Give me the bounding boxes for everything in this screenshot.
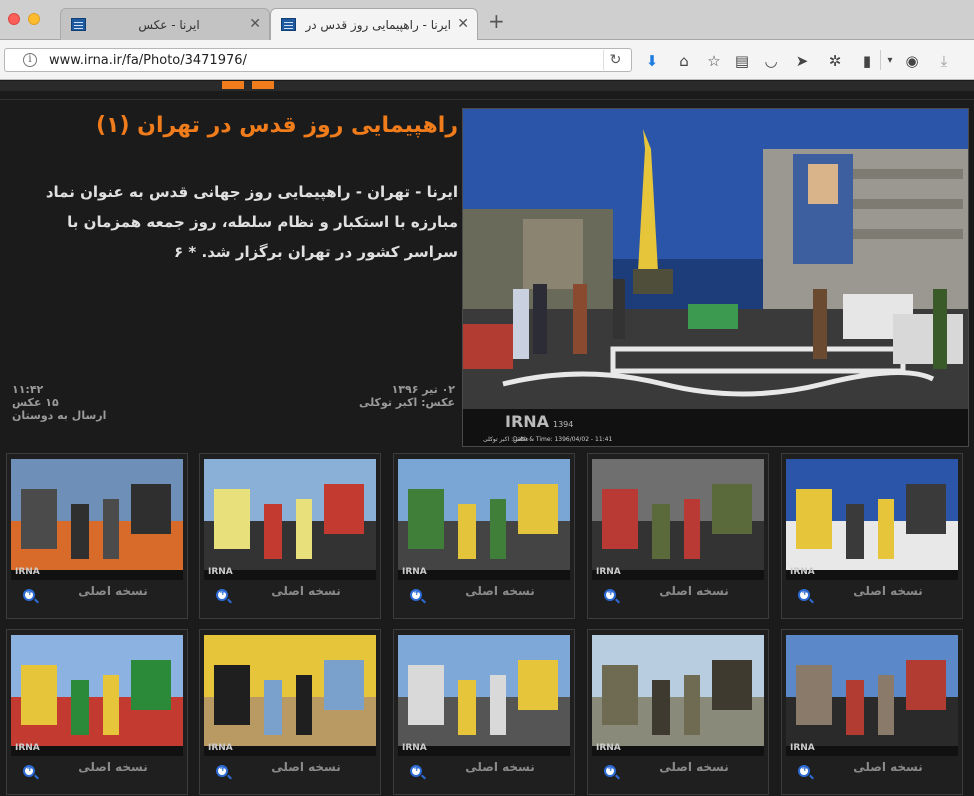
thumbnail-watermark: IRNA — [596, 567, 621, 577]
tab-title: ایرنا - راهپیمایی روز قدس در... — [305, 18, 451, 32]
gallery-thumbnail[interactable]: IRNA نسخه اصلی — [393, 629, 575, 795]
thumbnail-image[interactable]: IRNA — [11, 459, 183, 580]
zoom-icon[interactable] — [216, 588, 228, 601]
thumbnail-image[interactable]: IRNA — [786, 635, 958, 756]
thumbnail-image[interactable]: IRNA — [398, 459, 570, 580]
close-tab-icon[interactable]: ✕ — [249, 16, 261, 32]
thumbnail-image[interactable]: IRNA — [398, 635, 570, 756]
pocket-icon[interactable]: ◡ — [762, 52, 780, 70]
menu-arrow-icon[interactable]: ▾ — [881, 52, 899, 70]
color-wheel-icon[interactable]: ◉ — [903, 52, 921, 70]
original-version-link[interactable]: نسخه اصلی — [240, 760, 372, 774]
navigation-bar: i www.irna.ir/fa/Photo/3471976/ ↻ ⬇ ⌂ ☆ … — [0, 40, 974, 80]
extension-icon[interactable]: ✲ — [826, 52, 844, 70]
original-version-link[interactable]: نسخه اصلی — [434, 584, 566, 598]
thumbnail-watermark: IRNA — [790, 567, 815, 577]
photo-page: IRNA 1394 عکاس: اکبر توکلی Date & Time: … — [0, 91, 974, 796]
original-version-link[interactable]: نسخه اصلی — [822, 760, 954, 774]
gallery-thumbnail[interactable]: IRNA نسخه اصلی — [199, 453, 381, 619]
zoom-icon[interactable] — [23, 764, 35, 777]
thumbnail-image[interactable]: IRNA — [592, 459, 764, 580]
site-header-strip — [0, 81, 974, 91]
thumbnail-watermark: IRNA — [208, 567, 233, 577]
original-version-link[interactable]: نسخه اصلی — [47, 760, 179, 774]
url-text[interactable]: www.irna.ir/fa/Photo/3471976/ — [49, 53, 247, 68]
original-version-link[interactable]: نسخه اصلی — [628, 760, 760, 774]
gallery-thumbnail[interactable]: IRNA نسخه اصلی — [587, 453, 769, 619]
original-version-link[interactable]: نسخه اصلی — [434, 760, 566, 774]
gallery-thumbnail[interactable]: IRNA نسخه اصلی — [587, 629, 769, 795]
tab-title: ایرنا - عکس — [138, 18, 200, 32]
new-tab-button[interactable]: + — [488, 11, 505, 31]
reading-list-icon[interactable]: ▤ — [733, 52, 751, 70]
address-bar[interactable]: i www.irna.ir/fa/Photo/3471976/ ↻ — [4, 48, 632, 72]
downloads-icon[interactable]: ⤓ — [935, 52, 953, 70]
thumbnail-watermark: IRNA — [402, 743, 427, 753]
zoom-icon[interactable] — [604, 764, 616, 777]
original-version-link[interactable]: نسخه اصلی — [628, 584, 760, 598]
thumbnail-watermark: IRNA — [208, 743, 233, 753]
bookmark-star-icon[interactable]: ☆ — [705, 52, 723, 70]
tab-quds-march[interactable]: ایرنا - راهپیمایی روز قدس در... ✕ — [270, 8, 478, 40]
thumbnail-image[interactable]: IRNA — [592, 635, 764, 756]
gallery-thumbnail[interactable]: IRNA نسخه اصلی — [393, 453, 575, 619]
thumbnail-watermark: IRNA — [15, 567, 40, 577]
original-version-link[interactable]: نسخه اصلی — [822, 584, 954, 598]
gallery-thumbnail[interactable]: IRNA نسخه اصلی — [781, 629, 963, 795]
site-info-icon[interactable]: i — [23, 53, 37, 67]
gallery-thumbnail[interactable]: IRNA نسخه اصلی — [781, 453, 963, 619]
thumbnail-image[interactable]: IRNA — [204, 459, 376, 580]
original-version-link[interactable]: نسخه اصلی — [47, 584, 179, 598]
close-tab-icon[interactable]: ✕ — [457, 16, 469, 32]
zoom-icon[interactable] — [604, 588, 616, 601]
download-icon[interactable]: ⬇ — [643, 52, 661, 70]
tab-irna-photo[interactable]: ایرنا - عکس ✕ — [60, 8, 270, 40]
gallery-thumbnail[interactable]: IRNA نسخه اصلی — [6, 453, 188, 619]
tab-bar: ایرنا - عکس ✕ ایرنا - راهپیمایی روز قدس … — [0, 0, 974, 40]
thumbnail-watermark: IRNA — [402, 567, 427, 577]
zoom-icon[interactable] — [798, 764, 810, 777]
photo-gallery: IRNAنسخه اصلیIRNAنسخه اصلیIRNAنسخه اصلیI… — [0, 91, 974, 796]
zoom-icon[interactable] — [23, 588, 35, 601]
send-icon[interactable]: ➤ — [793, 52, 811, 70]
zoom-icon[interactable] — [410, 764, 422, 777]
clipboard-icon[interactable]: ▮ — [858, 52, 876, 70]
irna-favicon-icon — [281, 18, 296, 31]
thumbnail-watermark: IRNA — [15, 743, 40, 753]
thumbnail-image[interactable]: IRNA — [11, 635, 183, 756]
gallery-thumbnail[interactable]: IRNA نسخه اصلی — [199, 629, 381, 795]
close-window-button[interactable] — [8, 13, 20, 25]
zoom-icon[interactable] — [798, 588, 810, 601]
thumbnail-watermark: IRNA — [596, 743, 621, 753]
reload-icon[interactable]: ↻ — [603, 50, 627, 70]
thumbnail-image[interactable]: IRNA — [204, 635, 376, 756]
thumbnail-image[interactable]: IRNA — [786, 459, 958, 580]
thumbnail-watermark: IRNA — [790, 743, 815, 753]
original-version-link[interactable]: نسخه اصلی — [240, 584, 372, 598]
site-menu-button[interactable] — [252, 81, 274, 89]
home-icon[interactable]: ⌂ — [675, 52, 693, 70]
zoom-icon[interactable] — [410, 588, 422, 601]
zoom-icon[interactable] — [216, 764, 228, 777]
site-menu-button[interactable] — [222, 81, 244, 89]
irna-favicon-icon — [71, 18, 86, 31]
gallery-thumbnail[interactable]: IRNA نسخه اصلی — [6, 629, 188, 795]
minimize-window-button[interactable] — [28, 13, 40, 25]
